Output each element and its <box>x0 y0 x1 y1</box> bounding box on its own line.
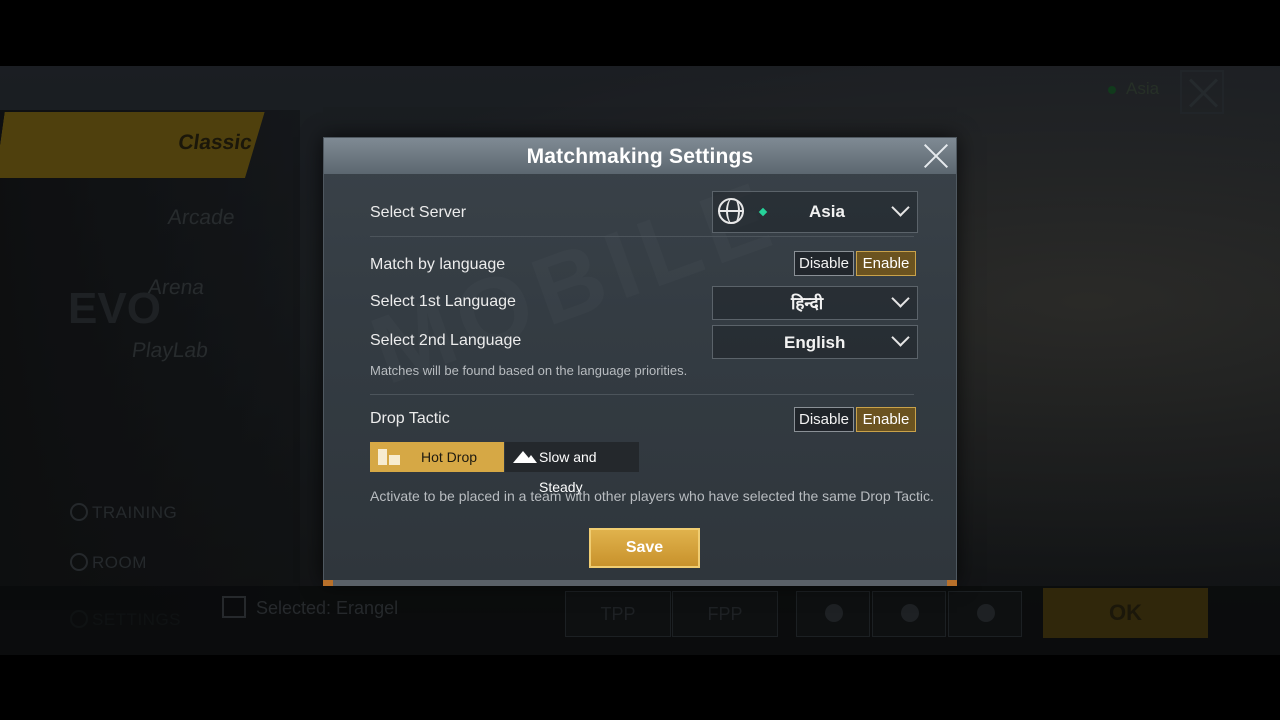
mode-tab-playlab[interactable]: PlayLab <box>130 339 209 363</box>
mode-panel <box>0 110 300 610</box>
divider <box>370 394 914 395</box>
select-server-label: Select Server <box>370 204 467 221</box>
mode-tab-arcade[interactable]: Arcade <box>166 206 236 230</box>
region-label: Asia <box>1126 79 1160 98</box>
second-language-label: Select 2nd Language <box>370 332 522 349</box>
settings-label: SETTINGS <box>92 610 182 629</box>
mode-tab-arena[interactable]: Arena <box>146 276 205 300</box>
room-label: ROOM <box>92 553 147 572</box>
evo-label: EVO <box>68 284 161 333</box>
settings-link[interactable]: SETTINGS <box>70 610 181 630</box>
divider <box>370 236 914 237</box>
matchmaking-settings-dialog: Matchmaking Settings MOBILE Select Serve… <box>323 137 957 586</box>
training-label: TRAINING <box>92 503 178 522</box>
chevron-down-icon <box>891 334 911 348</box>
match-language-disable-button[interactable]: Disable <box>794 251 854 276</box>
target-icon <box>70 503 88 521</box>
drop-tactic-note: Activate to be placed in a team with oth… <box>370 488 934 504</box>
globe-icon <box>718 198 744 224</box>
first-language-dropdown[interactable]: हिन्दी <box>712 286 918 320</box>
drop-tactic-enable-button[interactable]: Enable <box>856 407 916 432</box>
chevron-down-icon <box>891 204 911 218</box>
squad-icon[interactable] <box>948 591 1022 637</box>
duo-icon[interactable] <box>872 591 946 637</box>
match-language-enable-button[interactable]: Enable <box>856 251 916 276</box>
status-dot-icon <box>1108 86 1116 94</box>
second-language-dropdown[interactable]: English <box>712 325 918 359</box>
lobby-close-icon[interactable] <box>1180 70 1224 114</box>
drop-tactic-disable-button[interactable]: Disable <box>794 407 854 432</box>
dialog-title: Matchmaking Settings <box>526 145 754 168</box>
bottom-bar <box>0 586 1280 655</box>
close-icon[interactable] <box>922 142 950 170</box>
building-icon <box>378 449 400 465</box>
match-by-language-label: Match by language <box>370 256 506 273</box>
ok-button[interactable]: OK <box>1043 588 1208 638</box>
drop-tactic-toggle: Disable Enable <box>794 407 916 432</box>
second-language-value: English <box>784 333 846 352</box>
save-button[interactable]: Save <box>589 528 700 568</box>
solo-icon[interactable] <box>796 591 870 637</box>
server-status-icon <box>758 207 768 217</box>
checkbox-icon <box>222 596 246 618</box>
region-indicator[interactable]: Asia <box>1108 79 1159 99</box>
gear-icon <box>70 610 88 628</box>
hot-drop-option[interactable]: Hot Drop <box>370 442 504 472</box>
training-link[interactable]: TRAINING <box>70 503 177 523</box>
fpp-button[interactable]: FPP <box>672 591 778 637</box>
server-value: Asia <box>809 202 845 221</box>
tpp-button[interactable]: TPP <box>565 591 671 637</box>
chevron-down-icon <box>891 295 911 309</box>
mountain-icon <box>513 451 537 463</box>
selected-map-label: Selected: Erangel <box>256 598 399 618</box>
room-link[interactable]: ROOM <box>70 553 147 573</box>
home-icon <box>70 553 88 571</box>
hot-drop-label: Hot Drop <box>421 449 478 465</box>
slow-and-steady-option[interactable]: Slow and Steady <box>505 442 639 495</box>
mode-tab-classic[interactable]: Classic <box>0 112 265 178</box>
language-note: Matches will be found based on the langu… <box>370 363 688 378</box>
server-dropdown[interactable]: Asia <box>712 191 918 233</box>
first-language-value: हिन्दी <box>791 294 824 313</box>
first-language-label: Select 1st Language <box>370 293 516 310</box>
drop-tactic-label: Drop Tactic <box>370 410 450 427</box>
selected-map: Selected: Erangel <box>222 596 398 619</box>
match-language-toggle: Disable Enable <box>794 251 916 276</box>
